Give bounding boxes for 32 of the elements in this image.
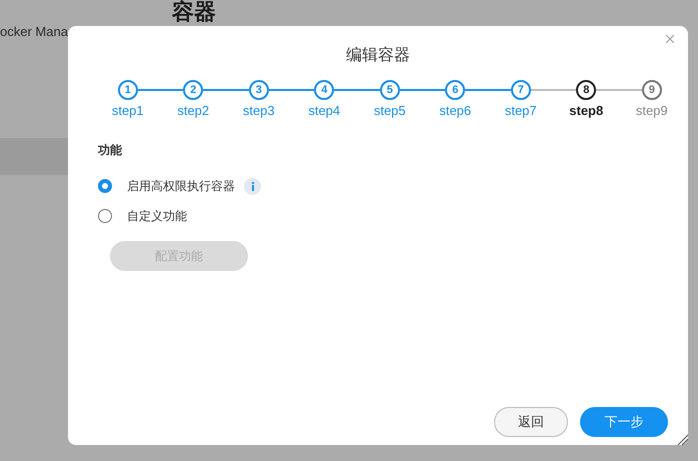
section-title: 功能: [98, 142, 122, 159]
step-label: step6: [439, 103, 472, 118]
step-number: 5: [380, 80, 400, 100]
back-button[interactable]: 返回: [494, 407, 568, 437]
app-name: ocker Mana: [0, 24, 68, 39]
resize-grip-icon[interactable]: [676, 433, 688, 445]
option-label: 自定义功能: [127, 208, 187, 224]
step-number: 1: [118, 80, 138, 100]
step-label: step4: [308, 103, 340, 118]
next-button[interactable]: 下一步: [580, 407, 668, 437]
step-label: step2: [177, 103, 210, 118]
page-title: 容器: [172, 1, 217, 25]
step-label: step3: [242, 103, 275, 118]
step-label: step1: [112, 103, 144, 118]
step-label: step7: [504, 103, 537, 118]
step-number: 9: [642, 80, 662, 100]
step-number: 2: [183, 80, 204, 100]
info-icon[interactable]: [244, 178, 261, 194]
radio-button[interactable]: [98, 179, 112, 193]
sidebar-item-highlight: [0, 138, 68, 175]
step-number: 8: [576, 80, 596, 100]
radio-button[interactable]: [98, 209, 112, 223]
step-number: 4: [314, 80, 334, 100]
option-label: 启用高权限执行容器: [127, 178, 235, 194]
close-icon[interactable]: [666, 35, 674, 43]
step-label: step8: [569, 103, 604, 118]
step-number: 6: [445, 80, 466, 100]
step-number: 3: [248, 80, 269, 100]
step-number: 7: [510, 80, 531, 100]
step-label: step5: [374, 103, 406, 118]
dialog-title: 编辑容器: [345, 45, 411, 66]
step-label: step9: [636, 103, 668, 118]
